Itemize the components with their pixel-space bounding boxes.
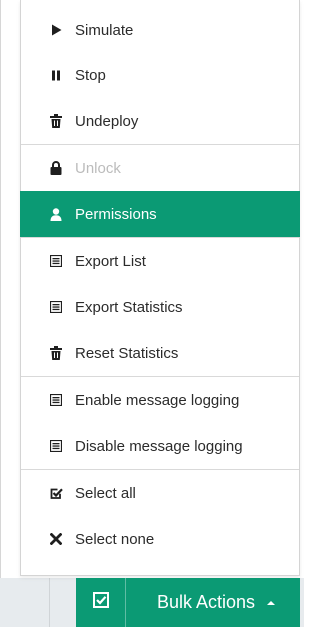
user-icon [49, 207, 63, 221]
menu-group-deployment: Simulate Stop Undeploy [21, 0, 299, 145]
menu-item-label: Enable message logging [75, 391, 240, 409]
list-icon [49, 439, 63, 453]
bulk-actions-page: Simulate Stop Undeploy Unlock Permission… [0, 0, 304, 627]
menu-item-export-list[interactable]: Export List [21, 238, 299, 284]
menu-item-stop[interactable]: Stop [21, 52, 299, 98]
menu-item-undeploy[interactable]: Undeploy [21, 98, 299, 144]
checkbox-checked-icon [92, 592, 109, 613]
checkbox-checked-icon [49, 486, 63, 500]
menu-item-label: Simulate [75, 21, 134, 39]
list-icon [49, 393, 63, 407]
pause-icon [49, 68, 63, 82]
menu-item-select-none[interactable]: Select none [21, 516, 299, 562]
menu-item-label: Reset Statistics [75, 344, 179, 362]
menu-item-label: Disable message logging [75, 437, 243, 455]
menu-item-unlock[interactable]: Unlock [21, 145, 299, 191]
menu-item-select-all[interactable]: Select all [21, 470, 299, 516]
footer-divider [49, 578, 50, 627]
caret-up-icon [267, 600, 276, 605]
menu-item-label: Unlock [75, 159, 121, 177]
menu-item-label: Export List [75, 252, 146, 270]
lock-icon [49, 161, 63, 175]
bulk-actions-label: Bulk Actions [156, 592, 256, 612]
menu-item-label: Permissions [75, 205, 157, 223]
menu-group-statistics: Export List Export Statistics Reset Stat… [21, 238, 299, 377]
bulk-actions-menu: Simulate Stop Undeploy Unlock Permission… [20, 0, 300, 576]
menu-item-export-statistics[interactable]: Export Statistics [21, 284, 299, 330]
bulk-actions-bar: Bulk Actions [76, 578, 300, 627]
trash-icon [49, 114, 63, 128]
menu-item-label: Select none [75, 530, 155, 548]
menu-group-access: Unlock Permissions [20, 145, 300, 238]
close-x-icon [49, 532, 63, 546]
trash-icon [49, 346, 63, 360]
menu-item-label: Select all [75, 484, 136, 502]
play-icon [49, 23, 63, 37]
list-icon [49, 254, 63, 268]
bulk-select-checkbox[interactable] [76, 578, 126, 627]
menu-group-selection: Select all Select none [21, 470, 299, 562]
list-icon [49, 300, 63, 314]
bulk-actions-button[interactable]: Bulk Actions [126, 578, 300, 627]
menu-item-label: Export Statistics [75, 298, 183, 316]
menu-item-label: Stop [75, 66, 106, 84]
menu-item-disable-logging[interactable]: Disable message logging [21, 423, 299, 469]
menu-item-simulate[interactable]: Simulate [21, 0, 299, 52]
menu-item-enable-logging[interactable]: Enable message logging [21, 377, 299, 423]
menu-group-logging: Enable message logging Disable message l… [21, 377, 299, 470]
menu-item-label: Undeploy [75, 112, 139, 130]
menu-item-reset-statistics[interactable]: Reset Statistics [21, 330, 299, 376]
left-divider [0, 0, 1, 578]
menu-item-permissions[interactable]: Permissions [20, 191, 300, 237]
